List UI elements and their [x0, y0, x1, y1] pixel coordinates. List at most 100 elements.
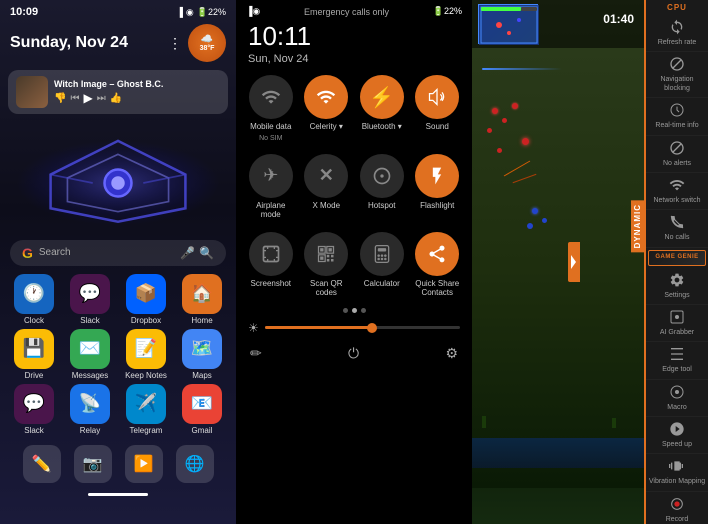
app-relay[interactable]: 📡 Relay: [64, 384, 116, 435]
app-messages[interactable]: ✉️ Messages: [64, 329, 116, 380]
side-btn-settings[interactable]: Settings: [646, 268, 708, 305]
home-indicator[interactable]: [88, 493, 148, 496]
qs-tile-mobiledata[interactable]: Mobile data No SIM: [246, 75, 296, 142]
search-bar[interactable]: G Search 🎤 🔍: [10, 240, 226, 266]
qs-tile-calculator[interactable]: Calculator: [357, 232, 407, 298]
app-slack2[interactable]: 💬 Slack: [8, 384, 60, 435]
hotspot-icon: [360, 154, 404, 198]
qs-tile-sound[interactable]: Sound: [413, 75, 463, 142]
qs-tile-bluetooth[interactable]: ⚡ Bluetooth ▾: [357, 75, 407, 142]
side-btn-netswitch[interactable]: Network switch: [646, 173, 708, 210]
side-btn-speedup[interactable]: Speed up: [646, 417, 708, 454]
side-btn-record[interactable]: Record: [646, 492, 708, 524]
thumbdown-icon[interactable]: 👎: [54, 93, 66, 104]
speed-up-icon: [669, 421, 685, 440]
dock-app4[interactable]: 🌐: [176, 445, 214, 483]
flashlight-label: Flashlight: [420, 201, 454, 211]
side-btn-realtime[interactable]: Real-time info: [646, 98, 708, 135]
qs-tile-flashlight[interactable]: Flashlight: [413, 154, 463, 220]
rog-logo: [0, 124, 236, 234]
qs-tile-quickshare[interactable]: Quick Share Contacts: [413, 232, 463, 298]
app-gmail[interactable]: 📧 Gmail: [176, 384, 228, 435]
app-clock[interactable]: 🕐 Clock: [8, 274, 60, 325]
app-keep[interactable]: 📝 Keep Notes: [120, 329, 172, 380]
power-icon[interactable]: ⏻: [348, 345, 359, 362]
xmode-label: X Mode: [312, 201, 340, 211]
calculator-icon: [360, 232, 404, 276]
celerity-label: Celerity ▾: [310, 122, 343, 132]
side-btn-refreshrate[interactable]: Refresh rate: [646, 15, 708, 52]
dock-app2[interactable]: 📷: [74, 445, 112, 483]
brightness-icon: ☀: [248, 321, 259, 335]
mic-icon[interactable]: 🎤: [180, 246, 195, 260]
side-btn-aigrabber[interactable]: AI Grabber: [646, 305, 708, 342]
airplane-icon: ✈: [249, 154, 293, 198]
quickshare-icon: [415, 232, 459, 276]
drive-icon: 💾: [14, 329, 54, 369]
ai-grabber-label: AI Grabber: [660, 329, 694, 337]
brightness-slider[interactable]: [265, 326, 460, 329]
music-widget: Witch Image – Ghost B.C. 👎 ⏮ ▶ ⏭ 👍: [8, 70, 228, 114]
vibration-label: Vibration Mapping: [649, 478, 705, 486]
app-dropbox[interactable]: 📦 Dropbox: [120, 274, 172, 325]
game-genie-badge: GAME GENIE: [648, 250, 706, 266]
quick-settings-time: 10:11: [236, 19, 472, 52]
maps-icon: 🗺️: [182, 329, 222, 369]
side-btn-edgetool[interactable]: Edge tool: [646, 342, 708, 379]
mobile-data-label: Mobile data: [250, 122, 291, 132]
hotspot-label: Hotspot: [368, 201, 396, 211]
qs-tile-xmode[interactable]: ✕ X Mode: [302, 154, 352, 220]
side-btn-nocalls[interactable]: No calls: [646, 210, 708, 247]
macro-icon: [669, 384, 685, 403]
bluetooth-icon: ⚡: [360, 75, 404, 119]
side-btn-vibration[interactable]: Vibration Mapping: [646, 454, 708, 491]
side-btn-noalerts[interactable]: No alerts: [646, 136, 708, 173]
next-icon[interactable]: ⏭: [97, 93, 106, 104]
settings-icon[interactable]: ⚙: [445, 345, 458, 362]
side-btn-navblock[interactable]: Navigation blocking: [646, 52, 708, 98]
dock-app3[interactable]: ▶️: [125, 445, 163, 483]
thumbup-icon[interactable]: 👍: [110, 93, 122, 104]
battery-icon: 🔋22%: [197, 7, 226, 18]
sound-label: Sound: [426, 122, 449, 132]
nav-block-icon: [669, 56, 685, 75]
search-input[interactable]: Search: [39, 247, 71, 258]
brightness-row: ☀: [236, 317, 472, 339]
qs-tile-qr[interactable]: Scan QR codes: [302, 232, 352, 298]
play-button[interactable]: ▶: [83, 91, 92, 105]
status-bar-panel1: 10:09 ▐ ◉ 🔋22%: [0, 0, 236, 20]
game-field: [472, 48, 644, 488]
airplane-label: Airplane mode: [246, 201, 296, 220]
app-slack[interactable]: 💬 Slack: [64, 274, 116, 325]
dynamic-badge: DYNAMIC: [631, 200, 644, 252]
dock-app1[interactable]: ✏️: [23, 445, 61, 483]
no-alerts-label: No alerts: [663, 160, 691, 168]
lens-icon[interactable]: 🔍: [199, 246, 214, 260]
gmail-icon: 📧: [182, 384, 222, 424]
app-telegram[interactable]: ✈️ Telegram: [120, 384, 172, 435]
app-grid-row1: 🕐 Clock 💬 Slack 📦 Dropbox 🏠 Home: [0, 274, 236, 325]
qs-tile-airplane[interactable]: ✈ Airplane mode: [246, 154, 296, 220]
app-home[interactable]: 🏠 Home: [176, 274, 228, 325]
no-alerts-icon: [669, 140, 685, 159]
app-maps[interactable]: 🗺️ Maps: [176, 329, 228, 380]
rog-logo-svg: [0, 124, 236, 234]
brightness-thumb: [367, 323, 377, 333]
quick-settings-date: Sun, Nov 24: [236, 52, 472, 69]
app-drive[interactable]: 💾 Drive: [8, 329, 60, 380]
prev-icon[interactable]: ⏮: [70, 93, 79, 104]
status-time-panel1: 10:09: [10, 6, 38, 18]
game-genie-label: GAME GENIE: [652, 254, 702, 262]
minimap: [478, 4, 538, 44]
edit-icon[interactable]: ✏: [250, 345, 262, 362]
emergency-text: Emergency calls only: [304, 7, 389, 17]
qs-tile-hotspot[interactable]: Hotspot: [357, 154, 407, 220]
brightness-fill: [265, 326, 372, 329]
qs-tile-screenshot[interactable]: Screenshot: [246, 232, 296, 298]
no-calls-label: No calls: [665, 234, 690, 242]
qs-tile-celerity[interactable]: Celerity ▾: [302, 75, 352, 142]
side-btn-macro[interactable]: Macro: [646, 380, 708, 417]
side-indicator[interactable]: [568, 242, 580, 282]
qs-tiles-row2: ✈ Airplane mode ✕ X Mode Hotspot Flashli…: [236, 148, 472, 226]
more-options-icon[interactable]: ⋮: [168, 35, 182, 52]
